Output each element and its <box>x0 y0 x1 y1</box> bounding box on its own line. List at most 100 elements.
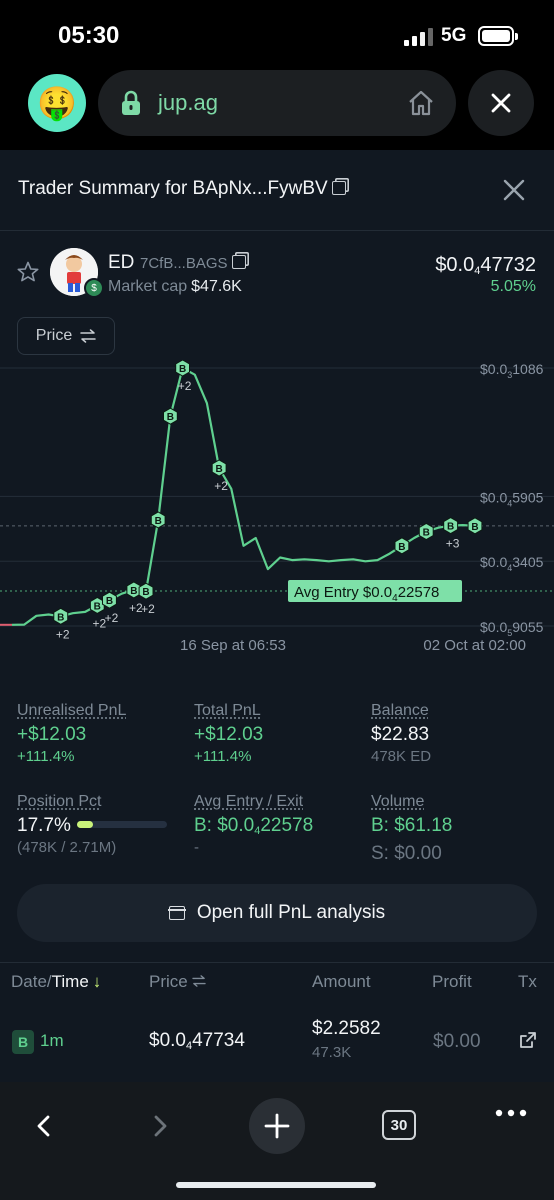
buy-marker-letter: B <box>423 528 430 539</box>
token-address[interactable]: 7CfB...BAGS <box>140 255 246 272</box>
network-label: 5G <box>441 25 467 46</box>
url-text: jup.ag <box>158 90 218 115</box>
avg-entry-label: Avg Entry $0.0422578 <box>288 579 462 604</box>
stat-value-row: 17.7% <box>17 815 167 837</box>
stat-pct: +111.4% <box>17 748 75 765</box>
avg-buy-prefix: B: $0.0 <box>194 815 255 836</box>
x-tick-label: 02 Oct at 02:00 <box>423 637 526 654</box>
status-time: 05:30 <box>58 22 120 49</box>
stat-sub: (478K / 2.71M) <box>17 839 117 856</box>
buy-marker-letter: B <box>130 586 137 597</box>
tabs-button[interactable]: 30 <box>382 1110 416 1140</box>
plus-icon <box>264 1113 290 1139</box>
signal-icon <box>404 28 434 46</box>
address-bar[interactable]: jup.ag <box>98 70 456 136</box>
row-price-rest: 47734 <box>192 1030 245 1051</box>
browser-toolbar: 30 <box>0 1082 554 1200</box>
stat-unrealised-pnl: Unrealised PnL +$12.03 +111.4% <box>17 702 126 765</box>
avg-entry-label-text: Avg Entry $0.0422578 <box>294 584 439 604</box>
col-price[interactable]: Price <box>149 972 207 992</box>
buy-marker-letter: B <box>179 364 186 375</box>
buy-marker-count: +3 <box>446 537 460 551</box>
external-link-icon[interactable] <box>518 1030 538 1050</box>
sort-down-icon: ↓ <box>92 972 102 991</box>
buy-marker-letter: B <box>167 412 174 423</box>
buy-marker-letter: B <box>447 522 454 533</box>
stat-position-pct: Position Pct 17.7% (478K / 2.71M) <box>17 793 167 856</box>
col-date: Date/ <box>11 972 52 991</box>
buy-marker-letter: B <box>57 612 64 623</box>
more-icon[interactable] <box>494 1108 528 1118</box>
buy-marker-letter: B <box>471 522 478 533</box>
home-icon[interactable] <box>406 88 436 118</box>
row-amount: $2.2582 <box>312 1018 381 1039</box>
swap-icon <box>80 329 96 343</box>
open-pnl-analysis-button[interactable]: Open full PnL analysis <box>17 884 537 942</box>
price-change: 5.05% <box>490 278 536 295</box>
token-address-text: 7CfB...BAGS <box>140 255 228 272</box>
col-time: Time <box>51 972 89 991</box>
buy-marker-letter: B <box>155 516 162 527</box>
forward-icon[interactable] <box>146 1112 174 1140</box>
status-bar: 05:30 5G <box>0 0 554 62</box>
stat-label: Unrealised PnL <box>17 702 127 719</box>
sheet-title: Trader Summary for BApNx...FywBV <box>18 178 346 200</box>
sheet-title-text: Trader Summary for BApNx...FywBV <box>18 178 328 199</box>
row-price-prefix: $0.0 <box>149 1030 186 1051</box>
stat-volume-sell: S: $0.00 <box>371 843 442 864</box>
sheet-close-icon[interactable] <box>500 176 528 204</box>
star-icon[interactable] <box>16 260 40 284</box>
buy-marker-letter: B <box>106 596 113 607</box>
token-badge-icon: $ <box>84 278 104 298</box>
stat-value: +$12.03 <box>17 724 87 745</box>
market-cap: Market cap $47.6K <box>108 278 242 296</box>
profile-avatar[interactable]: 🤑 <box>28 74 86 132</box>
col-price-label: Price <box>149 972 188 991</box>
row-qty: 47.3K <box>312 1044 352 1061</box>
buy-marker-count: +2 <box>141 602 155 616</box>
copy-icon[interactable] <box>231 255 246 269</box>
col-tx: Tx <box>518 972 537 991</box>
swap-icon <box>192 975 207 987</box>
buy-marker-letter: B <box>398 542 405 553</box>
pnl-button-label: Open full PnL analysis <box>196 902 386 923</box>
stat-label: Volume <box>371 793 425 810</box>
back-icon[interactable] <box>30 1112 58 1140</box>
stat-pct: +111.4% <box>194 748 252 765</box>
col-date-time[interactable]: Date/Time ↓ <box>11 972 101 992</box>
price-toggle-button[interactable]: Price <box>17 317 115 355</box>
buy-marker-count: +2 <box>105 611 119 625</box>
stat-value: $22.83 <box>371 724 430 745</box>
price-chart[interactable]: Avg Entry $0.0422578B+2B+2B+2B+2B+2BBB+2… <box>0 360 554 670</box>
side-badge: B <box>12 1030 34 1054</box>
avg-buy-rest: 22578 <box>260 815 314 836</box>
buy-marker-letter: B <box>216 464 223 475</box>
trader-summary-sheet: Trader Summary for BApNx...FywBV $ ED 7C… <box>0 150 554 1082</box>
buy-marker-count: +2 <box>178 379 192 393</box>
browser-close-button[interactable] <box>468 70 534 136</box>
lock-icon <box>122 90 140 115</box>
position-progress-bar <box>76 821 167 828</box>
new-tab-button[interactable] <box>249 1098 305 1154</box>
stat-balance: Balance $22.83 478K ED <box>371 702 431 765</box>
stat-volume: Volume B: $61.18 S: $0.00 <box>371 793 452 865</box>
buy-marker-count: +2 <box>214 479 228 493</box>
y-tick-label: $0.045905 <box>480 489 544 508</box>
row-price: $0.0447734 <box>149 1030 245 1052</box>
market-cap-value: $47.6K <box>191 278 242 295</box>
home-indicator <box>176 1182 376 1188</box>
stat-label: Total PnL <box>194 702 261 719</box>
token-price-prefix: $0.0 <box>435 254 475 276</box>
buy-marker-count: +2 <box>56 627 70 641</box>
stat-value: 17.7% <box>17 815 71 836</box>
copy-icon[interactable] <box>331 181 346 195</box>
col-amount: Amount <box>312 972 371 991</box>
col-profit: Profit <box>432 972 472 991</box>
buy-marker-letter: B <box>94 601 101 612</box>
divider <box>0 230 554 231</box>
position-progress-fill <box>76 821 93 828</box>
y-tick-label: $0.059055 <box>480 619 544 638</box>
stat-exit: - <box>194 839 199 856</box>
x-tick-label: 16 Sep at 06:53 <box>180 637 286 654</box>
y-tick-label: $0.031086 <box>480 361 544 380</box>
